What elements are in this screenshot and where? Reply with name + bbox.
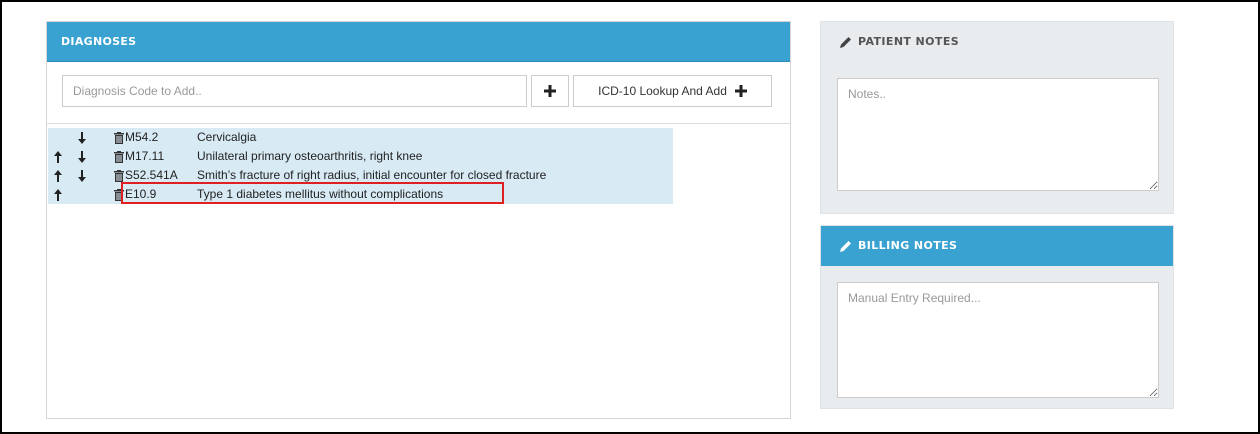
plus-icon [734, 85, 747, 97]
screenshot-frame: DIAGNOSES ICD-10 Lookup And Add M54.2 Cer… [0, 0, 1260, 434]
move-up-icon[interactable] [54, 169, 62, 182]
diagnosis-description: Cervicalgia [197, 130, 257, 144]
move-up-icon[interactable] [54, 188, 62, 201]
billing-notes-textarea[interactable] [837, 282, 1159, 398]
move-down-icon[interactable] [78, 150, 86, 163]
diagnoses-title: DIAGNOSES [47, 22, 790, 62]
diagnosis-code-input[interactable] [62, 75, 527, 107]
trash-icon[interactable] [114, 169, 124, 182]
patient-notes-textarea[interactable] [837, 78, 1159, 191]
patient-notes-title: PATIENT NOTES [858, 35, 960, 48]
move-up-icon[interactable] [54, 150, 62, 163]
diagnosis-code: S52.541A [125, 168, 178, 182]
patient-notes-panel: PATIENT NOTES [820, 21, 1174, 214]
patient-notes-header: PATIENT NOTES [821, 22, 1173, 62]
pencil-icon [840, 240, 851, 252]
billing-notes-header: BILLING NOTES [821, 226, 1173, 266]
plus-icon [544, 85, 556, 97]
pencil-icon [840, 36, 851, 48]
icd10-lookup-button[interactable]: ICD-10 Lookup And Add [573, 75, 772, 107]
diagnosis-rows: M54.2 Cervicalgia M17.11 Unilateral primary… [48, 128, 673, 204]
diagnosis-code: M17.11 [125, 149, 165, 163]
diagnosis-row[interactable]: M54.2 Cervicalgia [48, 128, 673, 147]
diagnosis-list: M54.2 Cervicalgia M17.11 Unilateral primary… [47, 123, 790, 420]
trash-icon[interactable] [114, 188, 124, 201]
move-down-icon[interactable] [78, 131, 86, 144]
diagnosis-code: E10.9 [125, 187, 157, 201]
diagnosis-row[interactable]: M17.11 Unilateral primary osteoarthritis,… [48, 147, 673, 166]
trash-icon[interactable] [114, 150, 124, 163]
trash-icon[interactable] [114, 131, 124, 144]
diagnosis-description: Type 1 diabetes mellitus without complic… [197, 187, 444, 201]
diagnosis-row[interactable]: S52.541A Smith’s fracture of right radius… [48, 166, 673, 185]
add-diagnosis-button[interactable] [531, 75, 569, 107]
icd10-lookup-label: ICD-10 Lookup And Add [598, 84, 727, 98]
diagnosis-description: Smith’s fracture of right radius, initia… [197, 168, 547, 182]
move-down-icon[interactable] [78, 169, 86, 182]
diagnoses-toolbar: ICD-10 Lookup And Add [47, 62, 790, 124]
diagnosis-row[interactable]: E10.9 Type 1 diabetes mellitus without co… [48, 185, 673, 204]
billing-notes-panel: BILLING NOTES [820, 225, 1174, 409]
diagnosis-code: M54.2 [125, 130, 159, 144]
diagnoses-panel: DIAGNOSES ICD-10 Lookup And Add M54.2 Cer… [46, 21, 791, 419]
diagnosis-description: Unilateral primary osteoarthritis, right… [197, 149, 423, 163]
billing-notes-title: BILLING NOTES [858, 239, 958, 252]
